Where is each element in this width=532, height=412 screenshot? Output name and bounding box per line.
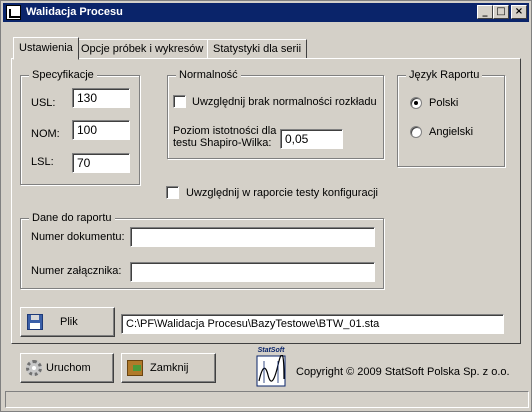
jezyk-legend: Język Raportu: [406, 69, 483, 81]
exit-door-icon: [127, 360, 143, 376]
radio-angielski-label[interactable]: Angielski: [429, 126, 473, 138]
specyfikacje-legend: Specyfikacje: [29, 69, 97, 81]
usl-input[interactable]: 130: [72, 88, 130, 108]
poziom-label-line2: testu Shapiro-Wilka:: [173, 137, 272, 149]
specyfikacje-group: Specyfikacje USL: 130 NOM: 100 LSL: 70: [20, 69, 140, 185]
uruchom-button[interactable]: Uruchom: [20, 353, 114, 383]
plik-button-label: Plik: [60, 316, 78, 328]
nom-label: NOM:: [31, 128, 60, 140]
gear-icon: [26, 360, 42, 376]
floppy-disk-icon: [27, 314, 43, 330]
numer-zalacznika-input[interactable]: [130, 262, 375, 282]
numer-dokumentu-label: Numer dokumentu:: [31, 231, 125, 243]
usl-label: USL:: [31, 97, 56, 109]
dane-do-raportu-group: Dane do raportu Numer dokumentu: Numer z…: [20, 212, 384, 289]
window-title: Walidacja Procesu: [26, 6, 123, 18]
radio-polski[interactable]: [410, 97, 422, 109]
app-window: Walidacja Procesu _ □ × Ustawienia Opcje…: [0, 0, 532, 412]
lsl-input[interactable]: 70: [72, 153, 130, 173]
tab-statystyki[interactable]: Statystyki dla serii: [207, 39, 308, 59]
logo-text: StatSoft: [257, 347, 285, 354]
testy-konfiguracji-label[interactable]: Uwzględnij w raporcie testy konfiguracji: [186, 187, 378, 199]
file-path-input[interactable]: C:\PF\Walidacja Procesu\BazyTestowe\BTW_…: [121, 314, 504, 334]
close-button[interactable]: ×: [511, 5, 527, 19]
nom-input[interactable]: 100: [72, 120, 130, 140]
title-bar[interactable]: Walidacja Procesu _ □ ×: [3, 3, 529, 22]
tab-opcje-probek[interactable]: Opcje próbek i wykresów: [75, 39, 210, 59]
normalnosc-checkbox-label[interactable]: Uwzględnij brak normalności rozkładu: [192, 96, 377, 108]
radio-angielski[interactable]: [410, 126, 422, 138]
radio-polski-label[interactable]: Polski: [429, 97, 458, 109]
tab-panel-ustawienia: Specyfikacje USL: 130 NOM: 100 LSL: 70 N…: [11, 58, 521, 344]
normalnosc-checkbox[interactable]: [173, 95, 186, 108]
testy-konfiguracji-checkbox[interactable]: [166, 186, 179, 199]
lsl-label: LSL:: [31, 156, 54, 168]
status-bar: [5, 391, 529, 408]
minimize-button[interactable]: _: [477, 5, 493, 19]
numer-zalacznika-label: Numer załącznika:: [31, 265, 122, 277]
statsoft-logo-icon: StatSoft: [256, 347, 286, 387]
zamknij-button[interactable]: Zamknij: [121, 353, 216, 383]
zamknij-button-label: Zamknij: [150, 362, 189, 374]
tab-ustawienia[interactable]: Ustawienia: [13, 37, 79, 60]
uruchom-button-label: Uruchom: [46, 362, 91, 374]
plik-button[interactable]: Plik: [20, 307, 115, 337]
poziom-input[interactable]: 0,05: [280, 129, 343, 149]
logo-chart-graphic: [256, 355, 286, 387]
numer-dokumentu-input[interactable]: [130, 227, 375, 247]
dane-do-raportu-legend: Dane do raportu: [29, 212, 115, 224]
app-icon: [6, 5, 21, 20]
maximize-button[interactable]: □: [493, 5, 509, 19]
jezyk-group: Język Raportu Polski Angielski: [397, 69, 505, 167]
normalnosc-legend: Normalność: [176, 69, 241, 81]
normalnosc-group: Normalność Uwzględnij brak normalności r…: [167, 69, 384, 159]
poziom-label-line1: Poziom istotności dla: [173, 125, 277, 137]
copyright-text: Copyright © 2009 StatSoft Polska Sp. z o…: [296, 366, 510, 378]
